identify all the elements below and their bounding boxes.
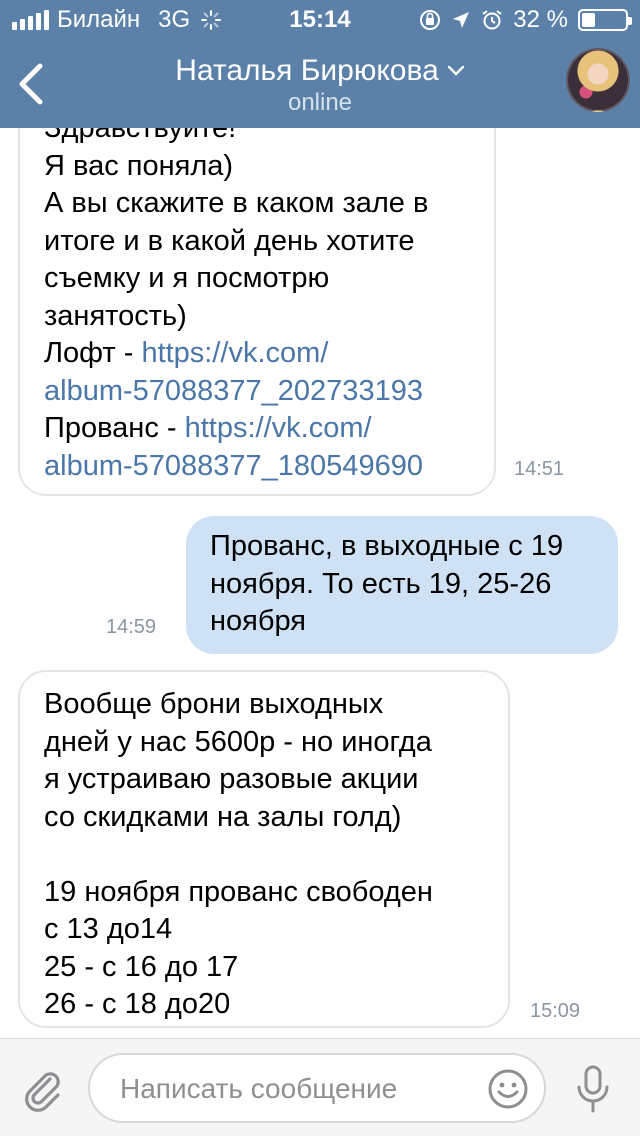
- contact-status: online: [287, 89, 353, 116]
- message-text-line: дней у нас 5600р - но иногда: [44, 725, 432, 758]
- message-text-line: съемку и я посмотрю: [44, 262, 330, 294]
- message-text-line: со скидками на залы голд): [44, 800, 402, 833]
- message-text-line: Я вас поняла): [44, 149, 234, 182]
- location-icon: [453, 12, 470, 28]
- composer-bar: Написать сообщение: [0, 1038, 640, 1136]
- header: Билайн 3G 15:14 32 % Наталья Бирюкова on…: [0, 0, 640, 128]
- link-label: Прованс -: [44, 412, 185, 444]
- chevron-down-icon: [447, 65, 464, 76]
- chat-title[interactable]: Наталья Бирюкова online: [0, 54, 640, 118]
- link-row: Лофт - https://vk.com/: [44, 335, 470, 373]
- paperclip-icon[interactable]: [20, 1067, 66, 1113]
- message-text-line: Здравствуйте!: [44, 128, 237, 144]
- contact-name: Наталья Бирюкова: [175, 54, 439, 87]
- message-text-line: Вообще брони выходных: [44, 688, 384, 720]
- message-text-line: ноября: [210, 605, 306, 637]
- status-bar: Билайн 3G 15:14 32 %: [0, 0, 640, 40]
- message-bubble-incoming[interactable]: Здравствуйте! Я вас поняла) А вы скажите…: [18, 128, 496, 496]
- message-bubble-incoming[interactable]: Вообще брони выходных дней у нас 5600р -…: [18, 670, 510, 1028]
- album-link[interactable]: album-57088377_202733193: [44, 373, 470, 411]
- message-input[interactable]: Написать сообщение: [88, 1053, 546, 1123]
- message-text-line: Прованс, в выходные с 19: [210, 530, 564, 562]
- message-text-line: ноября. То есть 19, 25-26: [210, 567, 552, 600]
- album-link[interactable]: https://vk.com/: [141, 337, 328, 369]
- message-text-line: я устраиваю разовые акции: [44, 763, 419, 795]
- message-time: 14:51: [514, 458, 565, 480]
- message-list[interactable]: Здравствуйте! Я вас поняла) А вы скажите…: [0, 128, 640, 1038]
- link-label: Лофт -: [44, 337, 142, 369]
- message-text-line: занятость): [44, 299, 187, 332]
- message-text-line: А вы скажите в каком зале в: [44, 187, 429, 219]
- avatar[interactable]: [566, 48, 630, 112]
- battery-percent: 32 %: [513, 6, 568, 33]
- smiley-icon[interactable]: [486, 1067, 530, 1111]
- battery-icon: [578, 9, 632, 31]
- album-link[interactable]: https://vk.com/: [185, 412, 372, 444]
- chat-header: Наталья Бирюкова online: [0, 40, 640, 128]
- message-bubble-outgoing[interactable]: Прованс, в выходные с 19 ноября. То есть…: [186, 516, 618, 654]
- message-text-line: с 13 до14: [44, 913, 173, 945]
- message-time: 14:59: [106, 616, 157, 638]
- message-text-line: 25 - с 16 до 17: [44, 950, 239, 983]
- album-link[interactable]: album-57088377_180549690: [44, 448, 470, 486]
- orientation-lock-icon: [420, 10, 441, 30]
- message-text-line: 26 - с 18 до20: [44, 988, 231, 1020]
- microphone-icon[interactable]: [574, 1065, 612, 1115]
- message-time: 15:09: [530, 1000, 581, 1022]
- link-row: Прованс - https://vk.com/: [44, 410, 470, 448]
- message-text-line: 19 ноября прованс свободен: [44, 875, 433, 908]
- message-text-line: итоге и в какой день хотите: [44, 224, 415, 257]
- message-placeholder: Написать сообщение: [120, 1073, 398, 1104]
- alarm-icon: [482, 10, 502, 30]
